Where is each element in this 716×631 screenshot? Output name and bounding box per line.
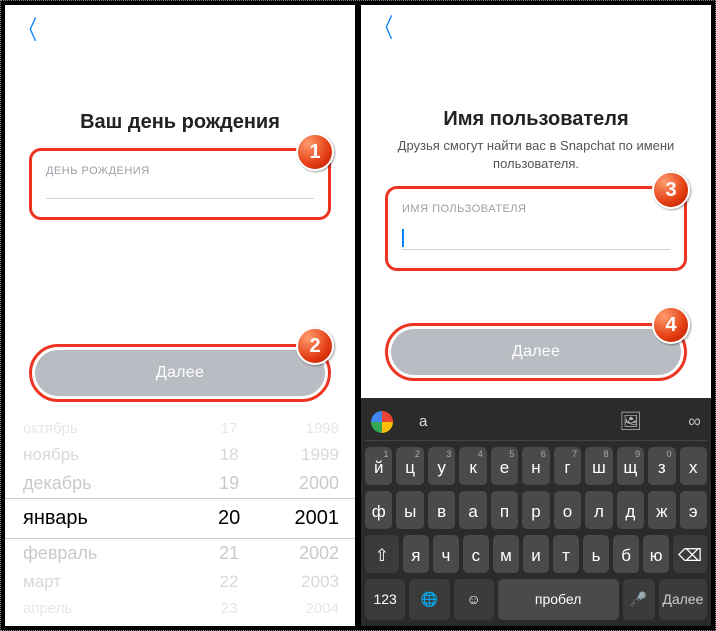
keyboard-suggestion-bar[interactable]: а 🖼 ∞ <box>365 404 707 441</box>
next-button-highlight: 4 Далее <box>385 323 687 381</box>
key-ш[interactable]: ш8 <box>585 447 612 485</box>
back-chevron-icon[interactable]: 〈 <box>19 10 37 47</box>
date-picker[interactable]: октябрь171998ноябрь181999декабрь192000ян… <box>5 416 355 626</box>
key-о[interactable]: о <box>554 491 581 529</box>
key-ь[interactable]: ь <box>583 535 609 573</box>
phone-birthday-screen: 〈 Ваш день рождения 1 ДЕНЬ РОЖДЕНИЯ 2 Да… <box>5 5 355 626</box>
key-shift[interactable]: ⇧ <box>365 535 399 573</box>
date-picker-row[interactable]: ноябрь181999 <box>5 441 355 469</box>
key-mic[interactable]: 🎤 <box>623 579 655 620</box>
callout-badge-3: 3 <box>652 171 690 209</box>
sticker-icon[interactable]: ∞ <box>688 411 701 432</box>
nav-bar: 〈 <box>361 5 711 48</box>
key-б[interactable]: б <box>613 535 639 573</box>
key-й[interactable]: й1 <box>365 447 392 485</box>
key-а[interactable]: а <box>459 491 486 529</box>
username-input-label: ИМЯ ПОЛЬЗОВАТЕЛЯ <box>402 203 670 215</box>
keyboard-suggestion[interactable]: а <box>419 413 427 430</box>
key-е[interactable]: е5 <box>491 447 518 485</box>
text-caret <box>402 229 404 247</box>
date-picker-row[interactable]: октябрь171998 <box>5 416 355 441</box>
date-picker-row[interactable]: март222003 <box>5 568 355 596</box>
key-г[interactable]: г7 <box>554 447 581 485</box>
next-button[interactable]: Далее <box>35 350 325 396</box>
page-title: Ваш день рождения <box>5 111 355 134</box>
next-button-highlight: 2 Далее <box>29 344 331 402</box>
username-input-highlight[interactable]: 3 ИМЯ ПОЛЬЗОВАТЕЛЯ <box>385 186 687 271</box>
key-щ[interactable]: щ9 <box>617 447 644 485</box>
key-ц[interactable]: ц2 <box>396 447 423 485</box>
key-х[interactable]: х <box>680 447 707 485</box>
phone-username-screen: 〈 Имя пользователя Друзья смогут найти в… <box>361 5 711 626</box>
key-у[interactable]: у3 <box>428 447 455 485</box>
key-ю[interactable]: ю <box>643 535 669 573</box>
gif-icon[interactable]: 🖼 <box>619 411 642 432</box>
key-д[interactable]: д <box>617 491 644 529</box>
key-с[interactable]: с <box>463 535 489 573</box>
callout-badge-2: 2 <box>296 327 334 365</box>
key-к[interactable]: к4 <box>459 447 486 485</box>
birthday-input-label: ДЕНЬ РОЖДЕНИЯ <box>46 165 314 177</box>
key-numbers[interactable]: 123 <box>365 579 405 620</box>
key-в[interactable]: в <box>428 491 455 529</box>
onscreen-keyboard[interactable]: а 🖼 ∞ й1ц2у3к4е5н6г7ш8щ9з0х фывапролджэ … <box>361 398 711 626</box>
key-т[interactable]: т <box>553 535 579 573</box>
page-subtitle: Друзья смогут найти вас в Snapchat по им… <box>361 137 711 172</box>
key-р[interactable]: р <box>522 491 549 529</box>
google-icon[interactable] <box>371 411 393 433</box>
date-picker-row[interactable]: февраль212002 <box>5 539 355 568</box>
key-н[interactable]: н6 <box>522 447 549 485</box>
key-emoji[interactable]: ☺ <box>454 579 494 620</box>
key-я[interactable]: я <box>403 535 429 573</box>
key-ы[interactable]: ы <box>396 491 423 529</box>
key-з[interactable]: з0 <box>648 447 675 485</box>
key-ж[interactable]: ж <box>648 491 675 529</box>
key-next[interactable]: Далее <box>659 579 707 620</box>
birthday-input-highlight[interactable]: 1 ДЕНЬ РОЖДЕНИЯ <box>29 148 331 220</box>
birthday-input-underline <box>46 197 314 199</box>
date-picker-row[interactable]: декабрь192000 <box>5 469 355 498</box>
tutorial-stage: 〈 Ваш день рождения 1 ДЕНЬ РОЖДЕНИЯ 2 Да… <box>0 0 716 631</box>
key-space[interactable]: пробел <box>498 579 619 620</box>
username-input-field[interactable] <box>402 229 670 250</box>
date-picker-row[interactable]: апрель232004 <box>5 596 355 621</box>
date-picker-row[interactable]: январь202001 <box>5 498 355 539</box>
key-backspace[interactable]: ⌫ <box>673 535 707 573</box>
key-и[interactable]: и <box>523 535 549 573</box>
key-м[interactable]: м <box>493 535 519 573</box>
back-chevron-icon[interactable]: 〈 <box>375 8 393 45</box>
callout-badge-1: 1 <box>296 133 334 171</box>
next-button[interactable]: Далее <box>391 329 681 375</box>
nav-bar: 〈 <box>5 5 355 51</box>
key-ч[interactable]: ч <box>433 535 459 573</box>
page-title: Имя пользователя <box>361 108 711 131</box>
key-ф[interactable]: ф <box>365 491 392 529</box>
key-э[interactable]: э <box>680 491 707 529</box>
key-п[interactable]: п <box>491 491 518 529</box>
key-л[interactable]: л <box>585 491 612 529</box>
key-globe[interactable]: 🌐 <box>409 579 449 620</box>
callout-badge-4: 4 <box>652 306 690 344</box>
